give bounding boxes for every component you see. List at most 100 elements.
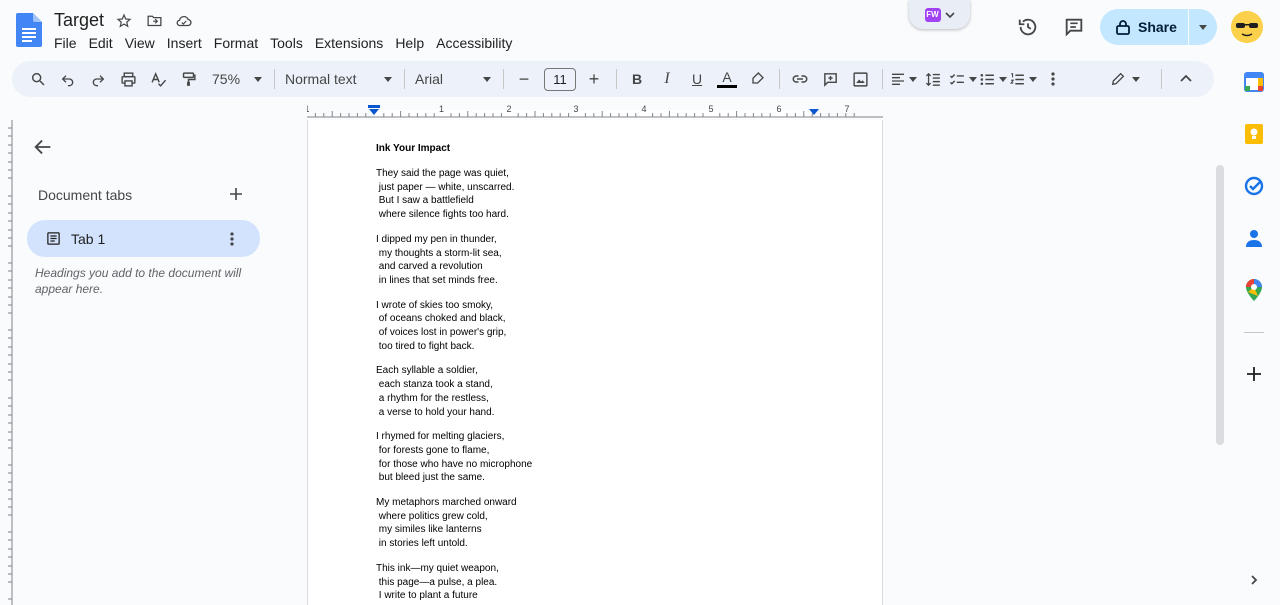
- caret-down-icon: [1029, 76, 1037, 82]
- bulleted-list-icon: [980, 73, 994, 85]
- zoom-value: 75%: [212, 71, 241, 87]
- extension-chip[interactable]: FW: [909, 0, 970, 29]
- tab-more-options-icon[interactable]: [222, 229, 242, 249]
- redo-icon[interactable]: [84, 65, 112, 93]
- poem-line: I dipped my pen in thunder,: [376, 233, 497, 245]
- insert-image-icon[interactable]: [846, 65, 874, 93]
- font-size-input[interactable]: 11: [544, 67, 576, 91]
- menu-insert[interactable]: Insert: [161, 33, 208, 53]
- plus-icon: [230, 188, 242, 200]
- decrease-font-size-button[interactable]: −: [510, 65, 538, 93]
- vertical-scrollbar[interactable]: [1216, 165, 1224, 445]
- comments-icon[interactable]: [1061, 14, 1087, 40]
- poem-line: of oceans choked and black,: [376, 313, 506, 325]
- menu-accessibility[interactable]: Accessibility: [430, 33, 518, 53]
- share-button[interactable]: Share: [1100, 19, 1188, 35]
- caret-down-icon: [1199, 24, 1207, 30]
- document-title[interactable]: Target: [54, 10, 104, 31]
- menu-help[interactable]: Help: [389, 33, 430, 53]
- spellcheck-icon[interactable]: [144, 65, 172, 93]
- caret-down-icon: [483, 76, 491, 82]
- get-add-ons-icon[interactable]: [1236, 356, 1272, 392]
- toolbar-divider: [1161, 69, 1162, 89]
- font-family-select[interactable]: Arial: [411, 65, 495, 93]
- text-color-swatch: [717, 84, 737, 88]
- stanza: Each syllable a soldier, each stanza too…: [376, 364, 816, 419]
- poem-line: for forests gone to flame,: [376, 444, 490, 456]
- stanza: They said the page was quiet, just paper…: [376, 167, 816, 222]
- caret-down-icon: [908, 76, 917, 82]
- poem-line: just paper — white, unscarred.: [376, 181, 515, 193]
- version-history-icon[interactable]: [1015, 14, 1041, 40]
- toolbar-divider: [503, 69, 504, 89]
- calendar-icon[interactable]: [1236, 64, 1272, 100]
- horizontal-ruler[interactable]: 1 1 2 3 4 5 6 7: [307, 103, 883, 119]
- avatar[interactable]: [1231, 11, 1263, 43]
- caret-down-icon: [999, 76, 1007, 82]
- paint-format-icon[interactable]: [174, 65, 202, 93]
- menu-extensions[interactable]: Extensions: [309, 33, 389, 53]
- side-panel-divider: [1244, 332, 1264, 333]
- show-side-panel-icon[interactable]: [1244, 570, 1264, 590]
- search-menus-icon[interactable]: [24, 65, 52, 93]
- collapse-toolbar-icon[interactable]: [1172, 65, 1200, 93]
- ruler-number: 1: [439, 104, 444, 114]
- line-spacing-icon[interactable]: [919, 65, 947, 93]
- document-page[interactable]: Ink Your Impact They said the page was q…: [307, 120, 883, 605]
- increase-font-size-button[interactable]: +: [580, 65, 608, 93]
- bold-button[interactable]: B: [623, 65, 651, 93]
- stanza: I rhymed for melting glaciers, for fores…: [376, 430, 816, 485]
- undo-icon[interactable]: [54, 65, 82, 93]
- star-icon[interactable]: [114, 11, 134, 31]
- poem-line: But I saw a battlefield: [376, 195, 474, 207]
- paragraph-style-select[interactable]: Normal text: [281, 65, 396, 93]
- poem-line: a verse to hold your hand.: [376, 406, 495, 418]
- menu-file[interactable]: File: [48, 33, 83, 53]
- poem-line: too tired to fight back.: [376, 340, 475, 352]
- chevron-down-icon: [944, 11, 955, 18]
- contacts-icon[interactable]: [1236, 220, 1272, 256]
- align-menu[interactable]: [889, 65, 917, 93]
- zoom-select[interactable]: 75%: [204, 65, 266, 93]
- back-arrow-icon[interactable]: [32, 136, 56, 160]
- print-icon[interactable]: [114, 65, 142, 93]
- poem-line: a rhythm for the restless,: [376, 392, 489, 404]
- menu-view[interactable]: View: [119, 33, 161, 53]
- first-line-indent-marker[interactable]: [368, 105, 380, 108]
- numbered-list-icon: [1010, 72, 1024, 84]
- stanza: I wrote of skies too smoky, of oceans ch…: [376, 299, 816, 354]
- editing-mode-menu[interactable]: [1103, 65, 1147, 93]
- poem-line: My metaphors marched onward: [376, 497, 517, 509]
- menu-tools[interactable]: Tools: [264, 33, 309, 53]
- toolbar-divider: [882, 69, 883, 89]
- document-body[interactable]: Ink Your Impact They said the page was q…: [376, 142, 816, 605]
- highlight-color-icon[interactable]: [743, 65, 771, 93]
- lock-icon: [1116, 20, 1130, 35]
- maps-icon[interactable]: [1236, 272, 1272, 308]
- share-options-button[interactable]: [1189, 24, 1217, 30]
- tasks-icon[interactable]: [1236, 168, 1272, 204]
- keep-icon[interactable]: [1236, 116, 1272, 152]
- poem-line: but bleed just the same.: [376, 472, 485, 484]
- poem-line: and carved a revolution: [376, 261, 483, 273]
- underline-button[interactable]: U: [683, 65, 711, 93]
- move-folder-icon[interactable]: [144, 11, 164, 31]
- vertical-ruler[interactable]: [0, 120, 14, 605]
- poem-line: of voices lost in power's grip,: [376, 327, 507, 339]
- checklist-menu[interactable]: [949, 65, 977, 93]
- bulleted-list-menu[interactable]: [979, 65, 1007, 93]
- menu-format[interactable]: Format: [208, 33, 264, 53]
- tab-item-tab-1[interactable]: Tab 1: [27, 220, 260, 257]
- more-options-icon[interactable]: [1039, 65, 1067, 93]
- menu-edit[interactable]: Edit: [83, 33, 119, 53]
- text-color-button[interactable]: A: [713, 65, 741, 93]
- italic-button[interactable]: I: [653, 65, 681, 93]
- add-comment-icon[interactable]: [816, 65, 844, 93]
- docs-logo-icon[interactable]: [16, 13, 42, 47]
- poem-line: this page—a pulse, a plea.: [376, 576, 498, 588]
- add-tab-button[interactable]: [226, 185, 246, 205]
- insert-link-icon[interactable]: [786, 65, 814, 93]
- share-button-group: Share: [1100, 9, 1217, 45]
- cloud-saved-icon[interactable]: [174, 11, 194, 31]
- numbered-list-menu[interactable]: [1009, 65, 1037, 93]
